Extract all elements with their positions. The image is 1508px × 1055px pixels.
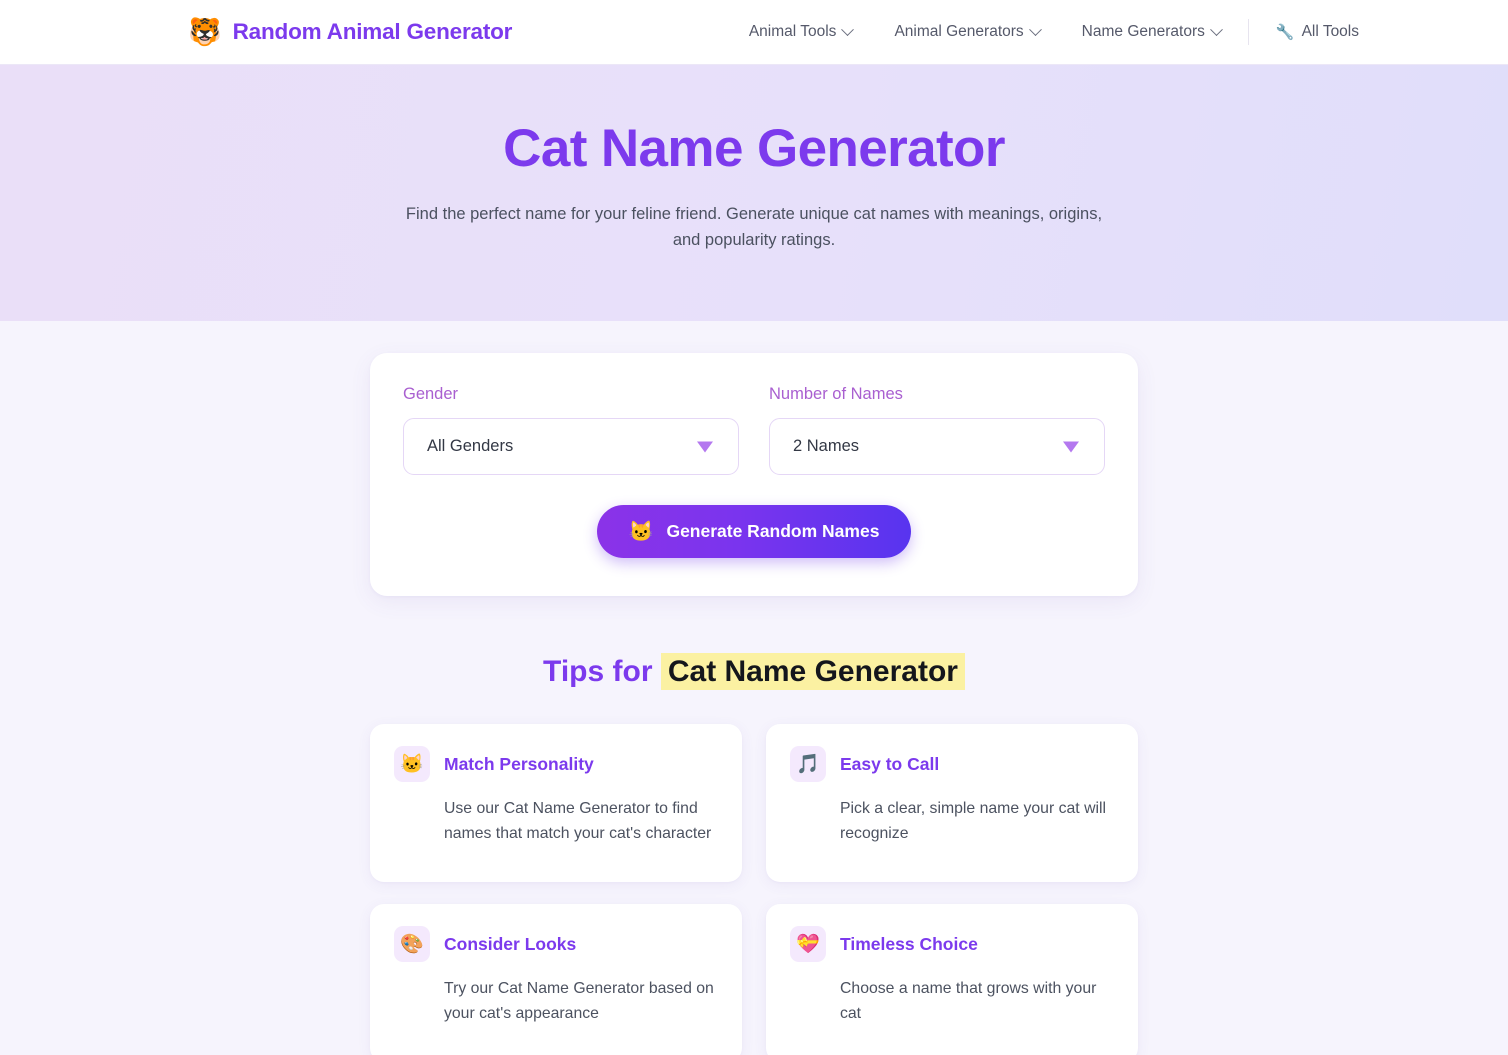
- nav-item-label: Animal Tools: [748, 23, 837, 40]
- tip-card: 💝 Timeless Choice Choose a name that gro…: [766, 904, 1138, 1055]
- tip-card-text: Pick a clear, simple name your cat will …: [840, 800, 1107, 842]
- generator-card: Gender All Genders Number of Names 2 Nam…: [370, 353, 1138, 596]
- number-of-names-select-value: 2 Names: [793, 437, 860, 455]
- musical-notes-icon: 🎵: [790, 746, 826, 782]
- gender-field: Gender All Genders: [403, 385, 739, 475]
- nav-item-name-generators[interactable]: Name Generators: [1061, 15, 1242, 49]
- tip-card-header: 💝 Timeless Choice: [790, 926, 1114, 962]
- nav-item-label: Name Generators: [1081, 23, 1205, 40]
- tip-card-title: Match Personality: [444, 753, 594, 774]
- brand-name: Random Animal Generator: [232, 19, 513, 44]
- tips-grid: 🐱 Match Personality Use our Cat Name Gen…: [370, 724, 1138, 1055]
- gender-select-shell: All Genders: [403, 418, 739, 475]
- gender-label: Gender: [403, 385, 459, 403]
- gender-select[interactable]: All Genders: [403, 418, 739, 475]
- number-of-names-select[interactable]: 2 Names: [769, 418, 1105, 475]
- number-of-names-field: Number of Names 2 Names: [769, 385, 1105, 475]
- tip-card-title: Consider Looks: [444, 933, 577, 954]
- page-body: Gender All Genders Number of Names 2 Nam…: [0, 321, 1508, 1055]
- tip-card-title: Timeless Choice: [840, 933, 978, 954]
- number-of-names-label: Number of Names: [769, 385, 903, 403]
- generate-random-names-button[interactable]: 🐱 Generate Random Names: [596, 505, 912, 558]
- chevron-down-icon: [1210, 22, 1223, 36]
- nav-item-all-tools[interactable]: 🔧 All Tools: [1255, 15, 1380, 49]
- main-nav: Animal Tools Animal Generators Name Gene…: [728, 15, 1380, 49]
- tip-card-title: Easy to Call: [840, 753, 940, 774]
- hero-section: Cat Name Generator Find the perfect name…: [0, 65, 1508, 321]
- generate-button-label: Generate Random Names: [666, 521, 880, 541]
- tip-card-header: 🎨 Consider Looks: [394, 926, 718, 962]
- tips-heading-prefix: Tips for: [543, 655, 661, 688]
- artist-palette-icon: 🎨: [394, 926, 430, 962]
- tip-card-header: 🐱 Match Personality: [394, 746, 718, 782]
- tip-card-text: Use our Cat Name Generator to find names…: [444, 800, 712, 842]
- number-of-names-select-shell: 2 Names: [769, 418, 1105, 475]
- tip-card: 🎵 Easy to Call Pick a clear, simple name…: [766, 724, 1138, 882]
- nav-divider: [1247, 19, 1249, 45]
- page-title: Cat Name Generator: [503, 119, 1005, 178]
- nav-item-animal-generators[interactable]: Animal Generators: [873, 15, 1060, 49]
- tips-heading: Tips for Cat Name Generator: [0, 653, 1508, 690]
- cat-face-icon: 🐱: [628, 521, 654, 543]
- cat-face-icon: 🐱: [394, 746, 430, 782]
- tip-card-header: 🎵 Easy to Call: [790, 746, 1114, 782]
- heart-with-ribbon-icon: 💝: [790, 926, 826, 962]
- generate-button-wrap: 🐱 Generate Random Names: [403, 505, 1105, 558]
- page-subtitle: Find the perfect name for your feline fr…: [405, 205, 1103, 249]
- brand-logo-link[interactable]: 🐯 Random Animal Generator: [188, 16, 513, 47]
- tip-card: 🐱 Match Personality Use our Cat Name Gen…: [370, 724, 742, 882]
- gender-select-value: All Genders: [427, 437, 514, 455]
- tip-card-text: Try our Cat Name Generator based on your…: [444, 980, 714, 1022]
- tips-heading-topic: Cat Name Generator: [660, 653, 965, 690]
- nav-item-animal-tools[interactable]: Animal Tools: [728, 15, 874, 49]
- generator-fields: Gender All Genders Number of Names 2 Nam…: [403, 385, 1105, 475]
- tip-card-text: Choose a name that grows with your cat: [840, 980, 1097, 1022]
- site-header: 🐯 Random Animal Generator Animal Tools A…: [0, 0, 1508, 65]
- chevron-down-icon: [841, 22, 855, 36]
- nav-item-label: All Tools: [1301, 23, 1359, 40]
- chevron-down-icon: [1028, 22, 1042, 36]
- tip-card: 🎨 Consider Looks Try our Cat Name Genera…: [370, 904, 742, 1055]
- wrench-icon: 🔧: [1275, 24, 1295, 41]
- tiger-face-icon: 🐯: [188, 16, 222, 47]
- nav-item-label: Animal Generators: [894, 23, 1024, 40]
